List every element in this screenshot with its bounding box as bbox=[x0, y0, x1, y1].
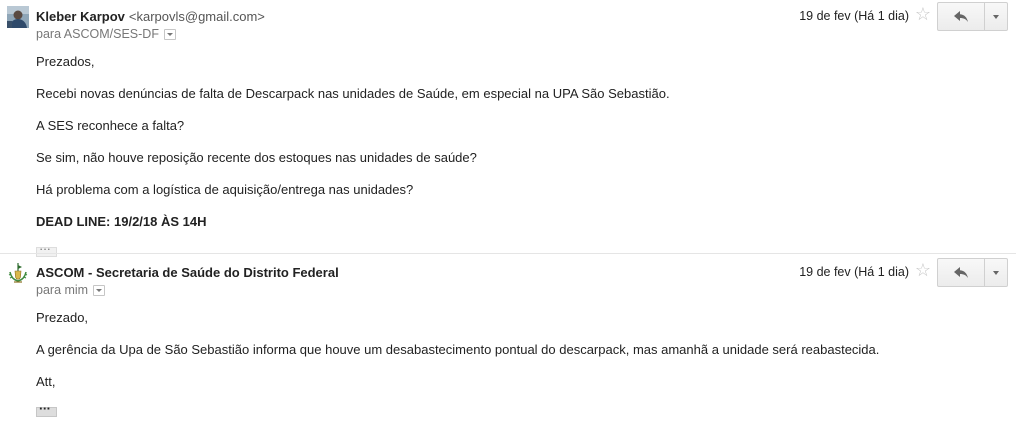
body-paragraph: Att, bbox=[36, 374, 56, 389]
chevron-down-icon bbox=[993, 14, 999, 19]
sender-email: <karpovls@gmail.com> bbox=[128, 9, 265, 24]
sender-name[interactable]: ASCOM - Secretaria de Saúde do Distrito … bbox=[36, 265, 339, 280]
body-paragraph: Prezado, bbox=[36, 310, 89, 325]
message-date[interactable]: 19 de fev (Há 1 dia) bbox=[799, 265, 909, 279]
show-details-dropdown[interactable] bbox=[93, 284, 106, 296]
message-date[interactable]: 19 de fev (Há 1 dia) bbox=[799, 9, 909, 23]
reply-button[interactable] bbox=[937, 258, 985, 287]
message-divider bbox=[0, 253, 1016, 254]
recipients-text: para ASCOM/SES-DF bbox=[36, 27, 159, 41]
show-details-dropdown[interactable] bbox=[163, 28, 176, 40]
reply-arrow-icon bbox=[954, 267, 968, 278]
chevron-down-icon bbox=[993, 270, 999, 275]
more-options-button[interactable] bbox=[985, 2, 1008, 31]
recipients-line: para mim bbox=[36, 283, 106, 297]
reply-button-group bbox=[937, 258, 1008, 287]
body-paragraph: A gerência da Upa de São Sebastião infor… bbox=[36, 342, 880, 357]
email-message-1: Kleber Karpov <karpovls@gmail.com> para A… bbox=[0, 0, 1016, 257]
reply-button[interactable] bbox=[937, 2, 985, 31]
recipients-text: para mim bbox=[36, 283, 89, 297]
body-paragraph: Prezados, bbox=[36, 54, 95, 69]
sender-name[interactable]: Kleber Karpov bbox=[36, 9, 125, 24]
sender-avatar[interactable] bbox=[7, 6, 29, 28]
message-body: Prezados, Recebi novas denúncias de falt… bbox=[36, 53, 956, 260]
reply-arrow-icon bbox=[954, 11, 968, 22]
sender[interactable]: ASCOM - Secretaria de Saúde do Distrito … bbox=[36, 265, 339, 280]
more-options-button[interactable] bbox=[985, 258, 1008, 287]
body-paragraph: A SES reconhece a falta? bbox=[36, 118, 185, 133]
show-trimmed-content-button[interactable] bbox=[36, 401, 57, 417]
sender[interactable]: Kleber Karpov <karpovls@gmail.com> bbox=[36, 9, 265, 24]
body-paragraph: Há problema com a logística de aquisição… bbox=[36, 182, 414, 197]
star-icon[interactable]: ☆ bbox=[914, 261, 932, 279]
recipients-line: para ASCOM/SES-DF bbox=[36, 27, 176, 41]
sender-avatar[interactable] bbox=[7, 262, 29, 284]
email-message-2: ASCOM - Secretaria de Saúde do Distrito … bbox=[0, 256, 1016, 421]
reply-button-group bbox=[937, 2, 1008, 31]
body-paragraph: Se sim, não houve reposição recente dos … bbox=[36, 150, 477, 165]
deadline-paragraph: DEAD LINE: 19/2/18 ÀS 14H bbox=[36, 214, 207, 229]
message-body: Prezado, A gerência da Upa de São Sebast… bbox=[36, 309, 956, 420]
star-icon[interactable]: ☆ bbox=[914, 5, 932, 23]
body-paragraph: Recebi novas denúncias de falta de Desca… bbox=[36, 86, 670, 101]
